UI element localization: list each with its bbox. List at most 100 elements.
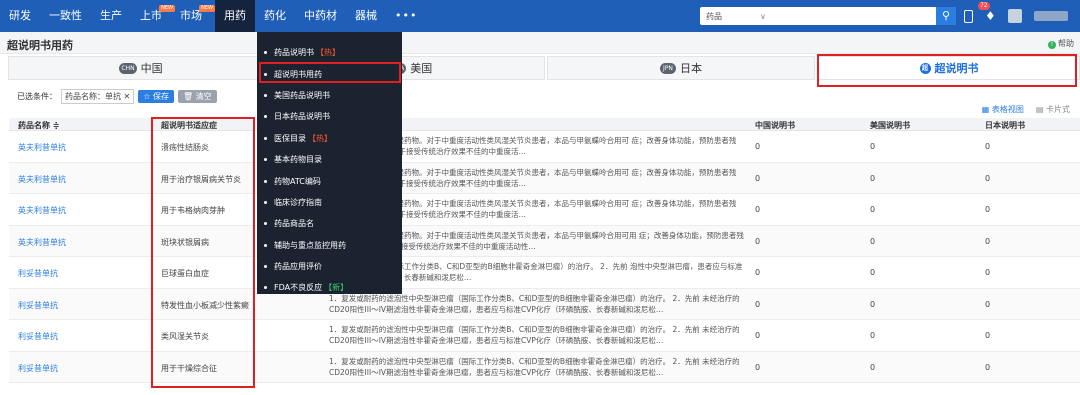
label-description: 1．复发或耐药的滤泡性中央型淋巴瘤（国际工作分类B、C和D亚型的B细胞非霍奇金淋… — [329, 325, 740, 345]
tab-japan[interactable]: JPN 日本 — [547, 56, 815, 80]
menu-item[interactable]: 医保目录 【热】 — [257, 128, 402, 149]
menu-item[interactable]: 药品商品名 — [257, 213, 402, 234]
hot-tag: 【热】 — [308, 133, 332, 143]
nav-more-button[interactable]: ••• — [386, 0, 426, 32]
menu-item[interactable]: 辅助与重点监控用药 — [257, 235, 402, 256]
drug-name-link[interactable]: 利妥昔单抗 — [18, 268, 58, 279]
search-icon[interactable]: ⚲ — [936, 7, 956, 25]
mobile-phone-icon[interactable] — [964, 9, 973, 23]
save-button[interactable]: ☆ 保存 — [138, 89, 174, 103]
table-header: 药品名称 ≑ 超说明书适应症 中国说明书 美国说明书 日本说明书 — [9, 118, 1080, 131]
table-row[interactable]: 利妥昔单抗 用于干燥综合征 1．复发或耐药的滤泡性中央型淋巴瘤（国际工作分类B、C和… — [9, 351, 1080, 383]
menu-item[interactable]: FDA不良反应 【新】 — [257, 277, 402, 298]
notification-badge: 72 — [978, 2, 990, 10]
filter-bar: 已选条件： 药品名称：单抗 ✕ ☆ 保存 🗑 清空 — [17, 88, 217, 104]
bullet-icon — [264, 72, 267, 76]
col-header-drug-name[interactable]: 药品名称 ≑ — [18, 120, 60, 131]
us-label-value: 0 — [870, 362, 876, 372]
off-label-indication: 特发性血小板减少性紫癜 — [161, 300, 249, 310]
bullet-icon — [264, 115, 267, 119]
nav-item-pharmchem[interactable]: 药化 — [255, 0, 295, 32]
filter-chip-drug-name[interactable]: 药品名称：单抗 ✕ — [61, 88, 135, 104]
table-row[interactable]: 英夫利昔单抗 溃疡性结肠炎 品是疾病控制性抗风湿药物。对于中重度活动性类风湿关节炎患… — [9, 131, 1080, 163]
menu-item[interactable]: 临床诊疗指南 — [257, 192, 402, 213]
off-label-indication: 类风湿关节炎 — [161, 332, 209, 341]
bullet-icon — [264, 222, 267, 226]
menu-item[interactable]: 超说明书用药 — [257, 63, 402, 84]
page-title: 超说明书用药 — [7, 39, 73, 52]
japan-label-value: 0 — [985, 331, 991, 340]
nav-item-medication[interactable]: 用药 — [215, 0, 255, 32]
top-navigation-bar: 研发 一致性 生产 上市 NEW 市场 NEW 用药 药化 中药材 器械 ••• 药… — [0, 0, 1080, 32]
off-label-indication: 用于韦格纳肉芽肿 — [161, 206, 225, 215]
menu-item-label: 日本药品说明书 — [274, 112, 330, 122]
menu-item-label: 药品应用评价 — [274, 262, 322, 272]
bullet-icon — [264, 158, 267, 162]
search-input[interactable]: 药品 ∨ ⚲ — [700, 7, 956, 25]
japan-flag-icon: JPN — [660, 62, 676, 74]
help-icon: ! — [1048, 41, 1056, 49]
card-view-button[interactable]: ▤ 卡片式 — [1036, 104, 1070, 115]
nav-item-devices[interactable]: 器械 — [346, 0, 386, 32]
off-label-indication: 用于干燥综合征 — [161, 363, 217, 373]
drug-name-link[interactable]: 利妥昔单抗 — [18, 300, 58, 311]
label-description: 1．复发或耐药的滤泡性中央型淋巴瘤（国际工作分类B、C和D亚型的B细胞非霍奇金淋… — [329, 356, 740, 377]
menu-item[interactable]: 药物ATC编码 — [257, 170, 402, 191]
drug-name-link[interactable]: 英夫利昔单抗 — [18, 205, 66, 216]
country-tabs: CHN中国 USA美国 JPN日本 超超说明书 — [8, 56, 1080, 80]
chevron-down-icon: ∨ — [760, 11, 766, 21]
china-label-value: 0 — [755, 362, 761, 372]
nav-item-herbs[interactable]: 中药材 — [295, 0, 346, 32]
table-row[interactable]: 英夫利昔单抗 用于韦格纳肉芽肿 品是疾病控制性抗风湿药物。对于中重度活动性类风湿关节… — [9, 194, 1080, 226]
menu-item-label: 临床诊疗指南 — [274, 197, 322, 207]
clear-button[interactable]: 🗑 清空 — [177, 89, 217, 103]
japan-label-value: 0 — [985, 173, 991, 183]
menu-item-label: 辅助与重点监控用药 — [274, 240, 346, 250]
tab-off-label[interactable]: 超超说明书 — [818, 56, 1080, 80]
medication-dropdown-menu: 药品说明书 【热】 超说明书用药 美国药品说明书日本药品说明书医保目录 【热】 基本药物目… — [257, 32, 402, 294]
table-row[interactable]: 利妥昔单抗 巨球蛋白血症 性中央型淋巴瘤（国际工作分类B、C和D亚型的B细胞非霍奇金… — [9, 257, 1080, 289]
nav-item-rd[interactable]: 研发 — [0, 0, 40, 32]
table-row[interactable]: 利妥昔单抗 类风湿关节炎 1．复发或耐药的滤泡性中央型淋巴瘤（国际工作分类B、C和D… — [9, 320, 1080, 352]
new-tag: 【新】 — [324, 283, 349, 293]
bullet-icon — [264, 200, 267, 204]
drug-name-link[interactable]: 利妥昔单抗 — [18, 363, 58, 374]
table-view-button[interactable]: ▦ 表格视图 — [982, 104, 1024, 115]
avatar[interactable] — [1007, 9, 1022, 23]
menu-item[interactable]: 药品应用评价 — [257, 256, 402, 277]
username-blurred[interactable] — [1033, 11, 1068, 21]
nav-item-production[interactable]: 生产 — [91, 0, 131, 32]
search-category-select[interactable]: 药品 — [700, 11, 760, 22]
drug-name-link[interactable]: 英夫利昔单抗 — [18, 174, 66, 185]
table-row[interactable]: 利妥昔单抗 特发性血小板减少性紫癜 1．复发或耐药的滤泡性中央型淋巴瘤（国际工作分类… — [9, 288, 1080, 320]
drug-name-link[interactable]: 英夫利昔单抗 — [18, 237, 66, 248]
col-header-japan-label: 日本说明书 — [985, 121, 1025, 130]
menu-item[interactable]: 美国药品说明书 — [257, 85, 402, 106]
filter-label: 已选条件： — [17, 91, 57, 101]
china-label-value: 0 — [755, 236, 761, 246]
menu-item[interactable]: 日本药品说明书 — [257, 106, 402, 127]
bullet-icon — [264, 243, 267, 247]
china-label-value: 0 — [755, 142, 761, 151]
nav-item-market[interactable]: 市场 NEW — [171, 0, 215, 32]
drug-name-link[interactable]: 利妥昔单抗 — [18, 331, 58, 342]
off-label-indication: 斑块状银屑病 — [161, 237, 209, 247]
help-link[interactable]: ! 帮助 — [1048, 38, 1074, 49]
china-flag-icon: CHN — [119, 62, 137, 74]
table-row[interactable]: 英夫利昔单抗 斑块状银屑病 品是疾病控制性抗风湿药物。对于中重度活动性类风湿关节炎患… — [9, 225, 1080, 257]
bullet-icon — [264, 286, 267, 290]
menu-item[interactable]: 药品说明书 【热】 — [257, 42, 402, 63]
us-label-value: 0 — [870, 142, 876, 151]
table-row[interactable]: 英夫利昔单抗 用于治疗银屑病关节炎 品是疾病控制性抗风湿药物。对于中重度活动性类风湿… — [9, 162, 1080, 194]
menu-item-label: FDA不良反应 — [274, 283, 323, 293]
bell-icon[interactable]: ♦ 72 — [978, 2, 996, 23]
off-label-indication: 用于治疗银屑病关节炎 — [161, 174, 241, 184]
tab-china[interactable]: CHN 中国 — [8, 56, 274, 80]
bullet-icon — [264, 265, 267, 269]
japan-label-value: 0 — [985, 142, 991, 151]
nav-item-consistency[interactable]: 一致性 — [40, 0, 91, 32]
us-label-value: 0 — [870, 205, 876, 214]
menu-item[interactable]: 基本药物目录 — [257, 149, 402, 170]
nav-item-launch[interactable]: 上市 NEW — [131, 0, 175, 32]
drug-name-link[interactable]: 英夫利昔单抗 — [18, 142, 66, 153]
